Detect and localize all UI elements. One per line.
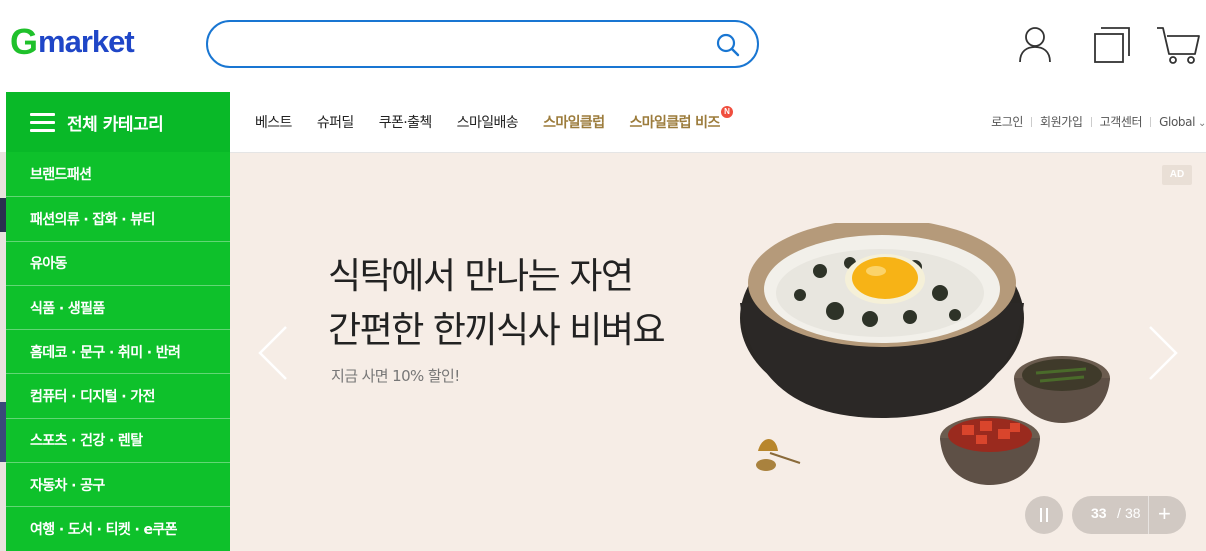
slide-counter[interactable]: 33 / 38 + bbox=[1072, 496, 1186, 534]
menu-superdeal[interactable]: 슈퍼딜 bbox=[317, 112, 354, 132]
category-item-travel-books[interactable]: 여행 · 도서 · 티켓 · e쿠폰 bbox=[6, 506, 230, 550]
category-list: 브랜드패션 패션의류 · 잡화 · 뷰티 유아동 식품 · 생필품 홈데코 · … bbox=[6, 152, 230, 551]
prev-slide-arrow-icon[interactable] bbox=[254, 323, 294, 383]
customer-center-link[interactable]: 고객센터 bbox=[1100, 113, 1143, 130]
main-banner[interactable]: AD 식탁에서 만나는 자연 간편한 한끼식사 비벼요 지금 사면 10% 할인… bbox=[230, 153, 1206, 551]
pause-icon bbox=[1040, 508, 1042, 522]
divider bbox=[1148, 496, 1149, 534]
category-item-fashion-beauty[interactable]: 패션의류 · 잡화 · 뷰티 bbox=[6, 196, 230, 240]
banner-headline-1: 식탁에서 만나는 자연 bbox=[328, 256, 634, 297]
all-categories-button[interactable]: 전체 카테고리 bbox=[6, 92, 230, 152]
login-link[interactable]: 로그인 bbox=[991, 113, 1023, 130]
all-categories-label: 전체 카테고리 bbox=[67, 114, 164, 135]
menu-best[interactable]: 베스트 bbox=[255, 112, 292, 132]
next-slide-arrow-icon[interactable] bbox=[1142, 323, 1182, 383]
view-all-slides-button[interactable]: + bbox=[1158, 501, 1171, 527]
logo-text: market bbox=[38, 24, 135, 59]
banner-subtext: 지금 사면 10% 할인! bbox=[331, 367, 460, 385]
ad-badge: AD bbox=[1162, 165, 1192, 185]
category-item-home-deco[interactable]: 홈데코 · 문구 · 취미 · 반려 bbox=[6, 329, 230, 373]
pause-icon bbox=[1046, 508, 1048, 522]
divider bbox=[1090, 116, 1092, 127]
category-item-brand-fashion[interactable]: 브랜드패션 bbox=[6, 152, 230, 196]
cart-icon[interactable] bbox=[1155, 22, 1201, 68]
header: Gmarket bbox=[0, 0, 1206, 92]
banner-headline-2: 간편한 한끼식사 비벼요 bbox=[328, 310, 666, 351]
divider bbox=[1150, 116, 1152, 127]
recent-items-icon[interactable] bbox=[1090, 22, 1136, 68]
menu-smile-club[interactable]: 스마일클럽 bbox=[543, 112, 605, 132]
category-sidebar: 전체 카테고리 브랜드패션 패션의류 · 잡화 · 뷰티 유아동 식품 · 생필… bbox=[6, 92, 230, 551]
category-item-digital[interactable]: 컴퓨터 · 디지털 · 가전 bbox=[6, 373, 230, 417]
global-link[interactable]: Global ⌄ bbox=[1159, 115, 1206, 129]
signup-link[interactable]: 회원가입 bbox=[1040, 113, 1083, 130]
slide-total: 38 bbox=[1125, 505, 1141, 521]
chevron-down-icon: ⌄ bbox=[1198, 117, 1206, 129]
main-menu: 베스트 슈퍼딜 쿠폰·출첵 스마일배송 스마일클럽 스마일클럽 비즈N bbox=[255, 106, 758, 132]
category-item-kids[interactable]: 유아동 bbox=[6, 240, 230, 285]
global-label: Global bbox=[1159, 114, 1196, 129]
category-item-auto-tools[interactable]: 자동차 · 공구 bbox=[6, 462, 230, 506]
new-badge: N bbox=[720, 106, 733, 118]
global-nav-bar: 베스트 슈퍼딜 쿠폰·출첵 스마일배송 스마일클럽 스마일클럽 비즈N 로그인 … bbox=[230, 92, 1206, 153]
pause-button[interactable] bbox=[1025, 496, 1063, 534]
user-icon[interactable] bbox=[1012, 22, 1058, 68]
search-box bbox=[206, 20, 759, 68]
category-item-food[interactable]: 식품 · 생필품 bbox=[6, 284, 230, 329]
menu-smile-club-biz[interactable]: 스마일클럽 비즈N bbox=[629, 106, 733, 132]
menu-coupon-checkin[interactable]: 쿠폰·출첵 bbox=[379, 112, 433, 132]
utility-links: 로그인 회원가입 고객센터 Global ⌄ bbox=[991, 113, 1206, 130]
divider bbox=[1031, 116, 1032, 127]
slide-current: 33 bbox=[1091, 505, 1107, 521]
slide-slash: / bbox=[1117, 505, 1121, 521]
menu-smile-delivery[interactable]: 스마일배송 bbox=[457, 112, 519, 132]
logo-g: G bbox=[10, 21, 38, 62]
search-input[interactable] bbox=[230, 32, 710, 56]
gmarket-logo[interactable]: Gmarket bbox=[10, 20, 135, 64]
menu-smile-club-biz-label: 스마일클럽 비즈 bbox=[629, 115, 720, 131]
menu-icon bbox=[30, 112, 55, 132]
category-item-sports[interactable]: 스포츠 · 건강 · 렌탈 bbox=[6, 417, 230, 462]
search-icon[interactable] bbox=[713, 30, 743, 60]
